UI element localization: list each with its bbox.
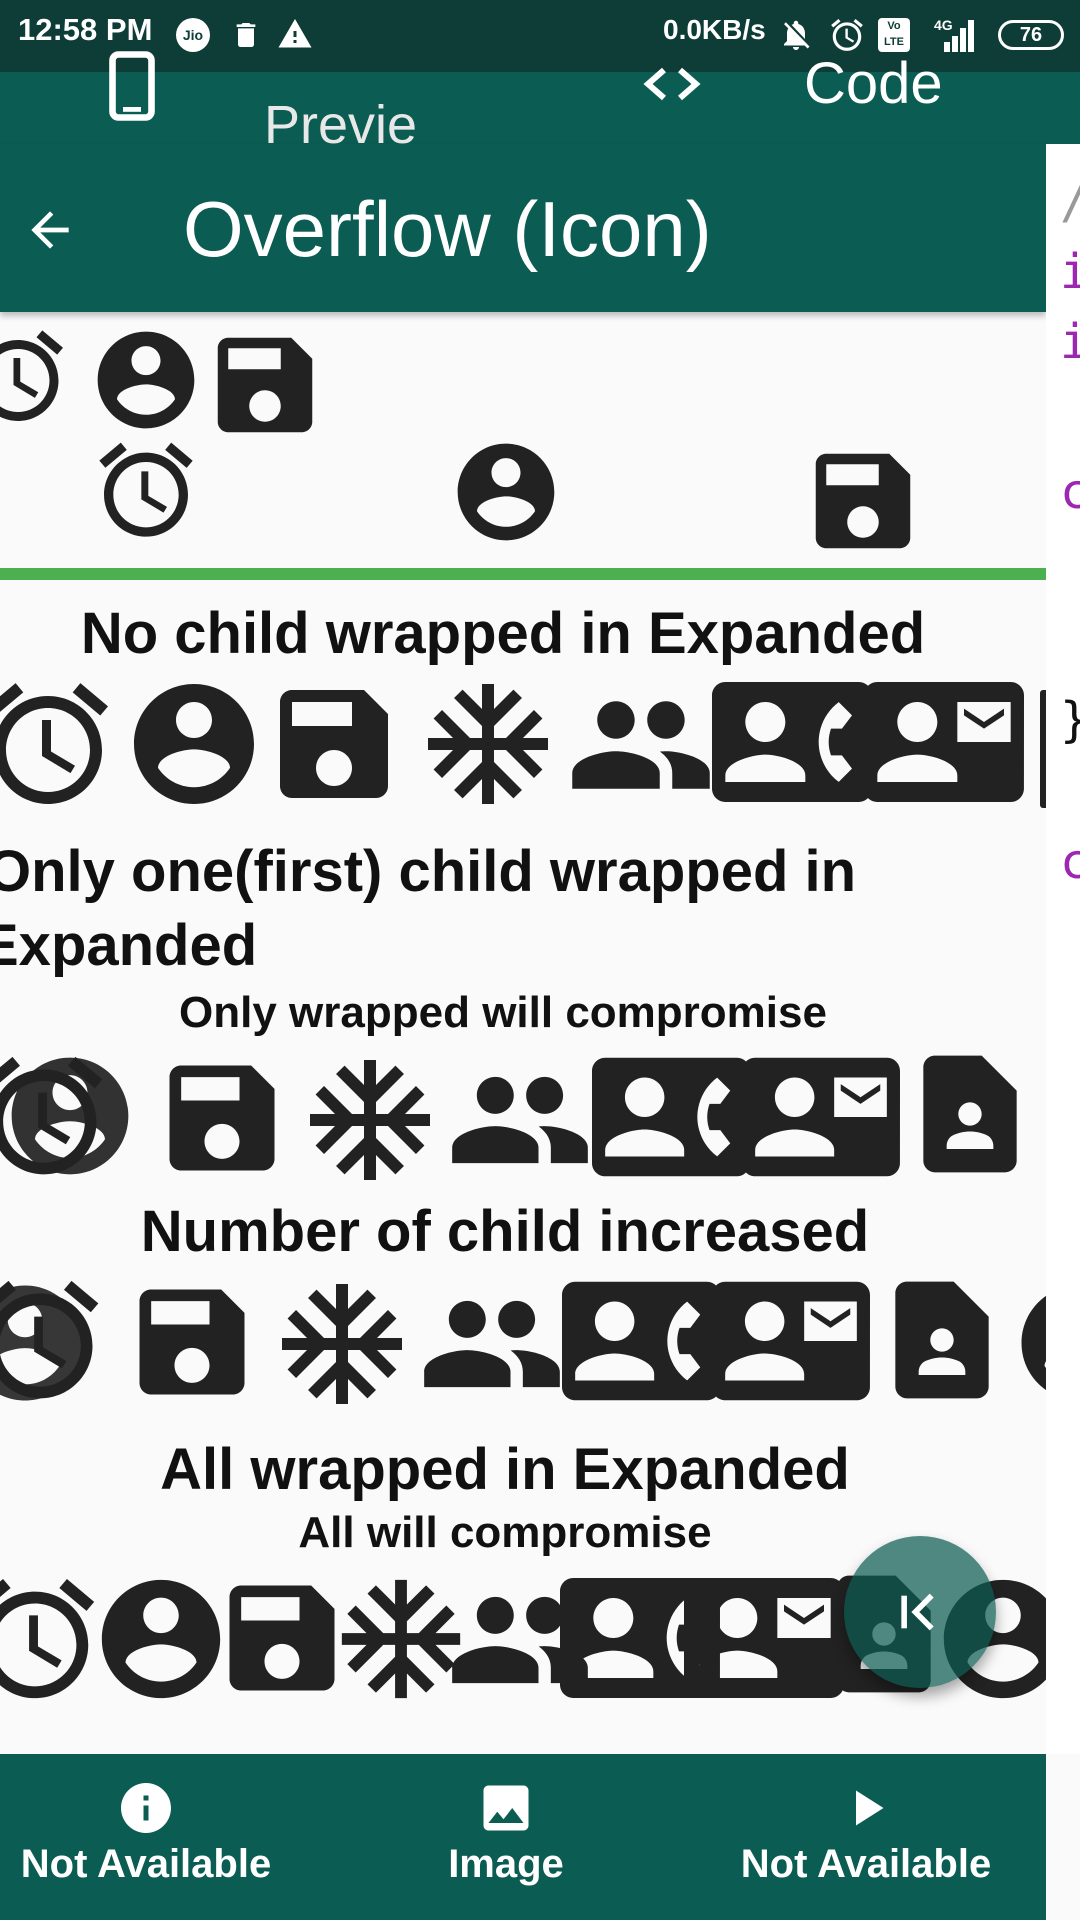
code-line: / [1060,174,1080,230]
snowflake-icon [270,1272,414,1416]
save-icon [262,672,406,816]
image-icon [483,1785,529,1831]
alarm-icon [828,16,866,54]
contact-phone-icon [712,662,872,822]
people-icon [446,1046,594,1194]
alarm-icon [0,672,120,816]
account-circle-icon [0,1046,140,1186]
code-line: } [1060,692,1080,748]
bottom-nav-image[interactable]: Image [378,1754,634,1920]
alarm-icon [90,434,202,546]
portrait-icon [900,1044,1040,1184]
section-subheading-all-compromise: All will compromise [298,1508,712,1557]
overflow-edge [1040,690,1046,808]
svg-text:4G: 4G [934,17,953,33]
bottom-nav-label: Not Available [740,1842,992,1886]
signal-icon: 4G [934,17,974,52]
code-brackets-icon[interactable] [642,60,702,108]
first-page-icon [901,1593,934,1631]
warning-icon [278,19,312,48]
network-speed: 0.0KB/s [663,14,766,45]
account-circle-icon [1010,1274,1046,1412]
contact-mail-icon [742,1038,900,1196]
bottom-nav-info[interactable]: Not Available [0,1754,292,1920]
play-icon [856,1790,884,1826]
section-heading-no-child: No child wrapped in Expanded [80,601,926,666]
volte-icon: Vo LTE [878,18,910,52]
save-icon [122,1272,262,1412]
contact-mail-icon [712,1262,870,1420]
trash-icon [236,23,256,47]
collapse-panel-fab[interactable] [844,1536,996,1688]
section-heading-number-increased: Number of child increased [140,1199,870,1264]
account-circle-icon [88,322,204,438]
back-arrow-icon[interactable] [22,202,78,258]
tab-preview-phone-icon[interactable] [108,50,156,122]
account-circle-icon [90,1568,232,1710]
portrait-icon [872,1270,1012,1410]
people-icon [566,670,716,820]
bottom-navigation: Not Available Image Not Available [0,1754,1046,1920]
info-icon [121,1783,171,1833]
preview-area: No child wrapped in Expanded Only one(fi… [0,312,1046,1754]
save-icon [202,322,328,448]
snowflake-icon [298,1048,442,1192]
bottom-nav-label: Image [448,1842,564,1886]
page-title: Overflow (Icon) [183,185,712,273]
section-heading-only-first: Only one(first) child wrapped in [0,839,857,904]
mute-icon [784,20,810,50]
snowflake-icon [416,672,560,816]
tab-code-label[interactable]: Code [804,50,943,117]
battery-icon: 76 [998,20,1064,50]
code-line: i [1060,244,1080,300]
code-line: c [1060,834,1080,890]
account-circle-icon [122,672,266,816]
people-icon [418,1270,566,1418]
alarm-icon [0,322,72,430]
app-bar: Overflow (Icon) [0,144,1046,312]
account-circle-icon [0,1274,94,1412]
code-line: c [1060,464,1080,520]
code-line: i [1060,314,1080,370]
contact-mail-icon [864,662,1024,822]
section-divider [0,568,1046,580]
section-heading-all-wrapped: All wrapped in Expanded [160,1437,850,1502]
save-icon [152,1048,292,1188]
bottom-nav-label: Not Available [20,1842,272,1886]
contact-phone-icon [592,1038,750,1196]
save-icon [800,438,926,564]
jio-icon: Jio [176,18,210,52]
top-tab-bar: Previe w Code [0,51,1080,217]
account-circle-icon [448,434,564,550]
section-subheading-only-wrapped: Only wrapped will compromise [179,988,827,1037]
bottom-nav-run[interactable]: Not Available [728,1754,1004,1920]
code-panel-peek[interactable]: / i i c } c [1046,144,1080,1754]
status-time: 12:58 PM [18,12,153,47]
section-heading-only-first-line2: Expanded [0,913,258,978]
contact-phone-icon [562,1262,720,1420]
